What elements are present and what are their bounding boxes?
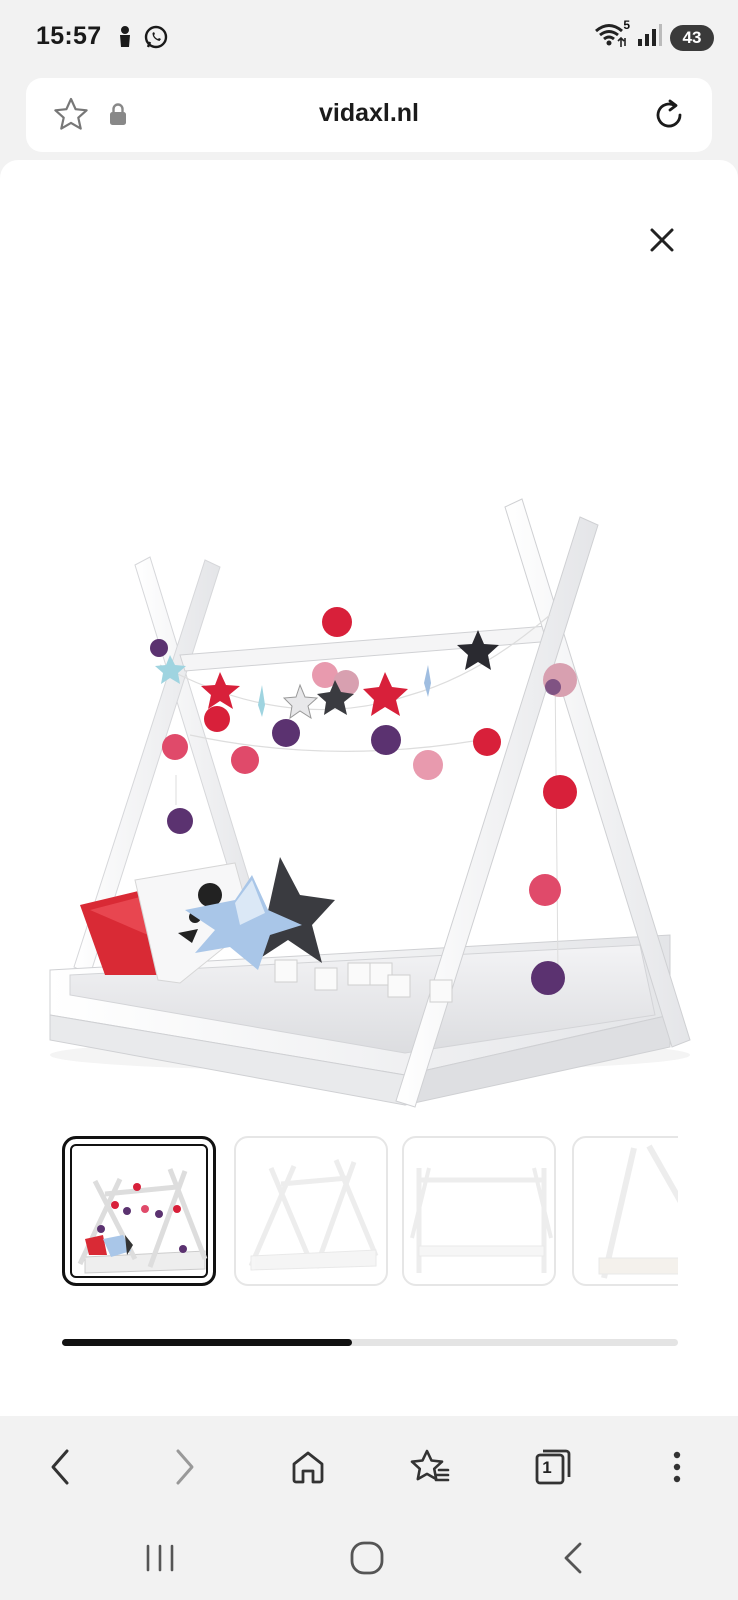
browser-bottom-toolbar: 1 — [0, 1416, 738, 1516]
forward-icon[interactable] — [160, 1442, 210, 1492]
thumbnail-1[interactable] — [62, 1136, 216, 1286]
system-navigation-bar — [0, 1516, 738, 1600]
battery-icon: 43 — [670, 24, 714, 51]
status-bar: 15:57 5 43 — [0, 0, 738, 78]
signal-icon — [636, 23, 662, 52]
more-icon[interactable] — [652, 1442, 702, 1492]
status-notification-icons — [117, 24, 169, 55]
tab-count: 1 — [542, 1458, 552, 1477]
image-gallery-sheet — [0, 160, 738, 1416]
thumbnail-3[interactable] — [402, 1136, 556, 1286]
status-right-icons: 5 43 — [594, 18, 714, 53]
wifi-icon: 5 — [594, 18, 630, 53]
whatsapp-icon — [143, 24, 169, 55]
wifi-label: 5 — [623, 18, 630, 32]
home-circle-icon[interactable] — [342, 1536, 392, 1580]
reload-icon[interactable] — [650, 96, 688, 139]
thumbnail-2[interactable] — [234, 1136, 388, 1286]
thumbnail-strip — [62, 1130, 678, 1300]
notification-person-icon — [117, 25, 133, 54]
thumbnail-4[interactable] — [572, 1136, 678, 1286]
recents-icon[interactable] — [135, 1536, 185, 1580]
scrollbar-thumb[interactable] — [62, 1339, 352, 1346]
system-back-icon[interactable] — [548, 1536, 598, 1580]
tabs-icon[interactable]: 1 — [528, 1442, 578, 1492]
thumbnail-scrollbar[interactable] — [62, 1339, 678, 1346]
favorites-icon[interactable] — [405, 1442, 455, 1492]
address-bar[interactable]: vidaxl.nl — [26, 78, 712, 152]
home-icon[interactable] — [283, 1442, 333, 1492]
url-text[interactable]: vidaxl.nl — [26, 99, 712, 128]
status-time: 15:57 — [36, 22, 102, 50]
back-icon[interactable] — [35, 1442, 85, 1492]
close-icon[interactable] — [642, 220, 682, 260]
product-image[interactable] — [30, 335, 710, 1135]
